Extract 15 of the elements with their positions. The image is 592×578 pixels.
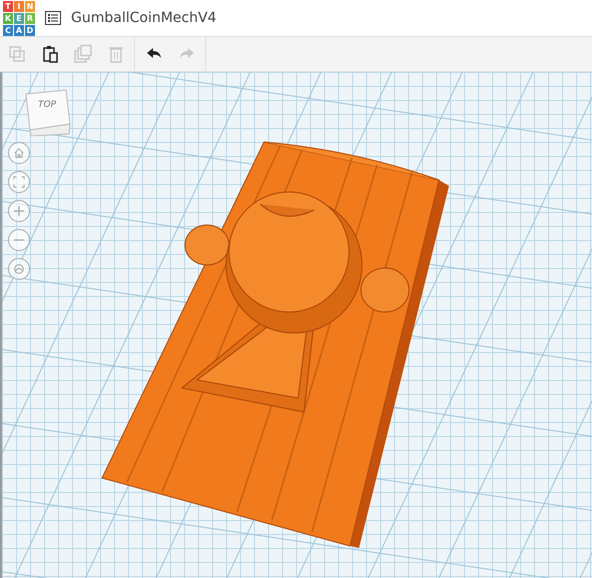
document-title: GumballCoinMechV4: [71, 10, 216, 26]
home-button[interactable]: [8, 142, 30, 164]
orbit-icon: [13, 263, 25, 275]
zoom-in-button[interactable]: [8, 200, 30, 222]
3d-model-drawing[interactable]: [101, 141, 449, 548]
zoom-out-button[interactable]: [8, 229, 30, 251]
fit-view-icon: [13, 176, 25, 188]
workplane-grid[interactable]: TOP: [0, 72, 592, 578]
fit-view-button[interactable]: [8, 171, 30, 193]
orbit-button[interactable]: [8, 258, 30, 280]
zoom-in-icon: [13, 205, 25, 217]
home-icon: [13, 147, 25, 159]
logo[interactable]: T I N K E R C A D: [3, 0, 35, 36]
list-icon[interactable]: [45, 11, 61, 25]
cube-face-label: TOP: [38, 100, 56, 110]
